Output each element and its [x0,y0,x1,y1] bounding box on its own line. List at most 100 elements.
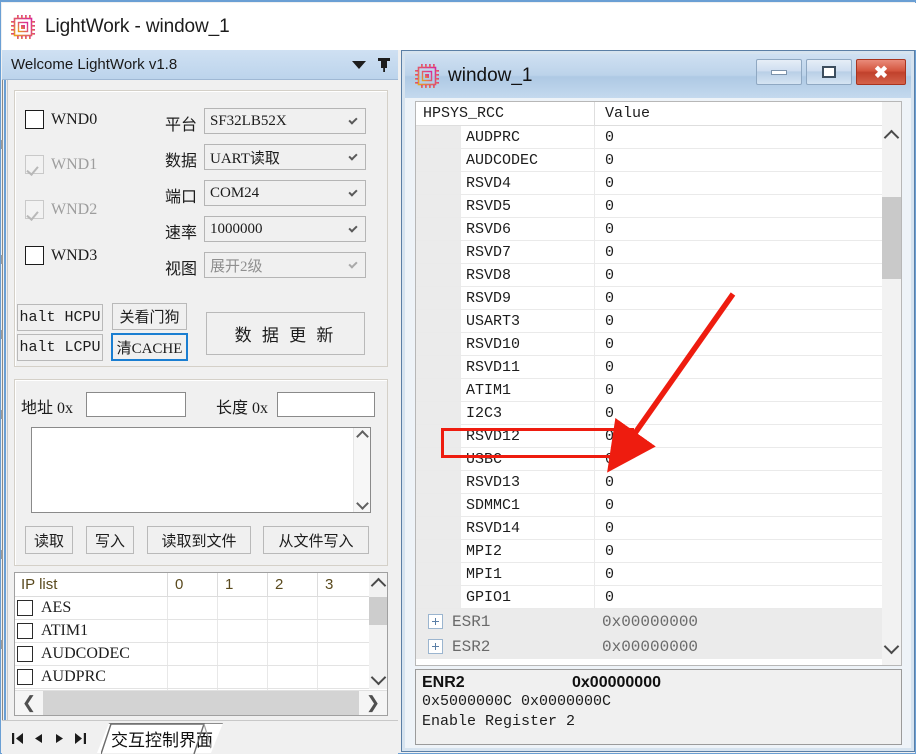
scrollbar-thumb[interactable] [882,197,901,279]
chevron-up-icon[interactable] [369,575,387,595]
register-row[interactable]: RSVD100 [416,333,882,356]
minimize-button[interactable] [756,59,802,85]
platform-combobox[interactable]: SF32LB52X [204,108,366,134]
chevron-down-icon[interactable] [882,635,901,657]
register-col-value: Value [594,102,650,125]
register-tree-scrollbar[interactable] [882,102,901,665]
chevron-up-icon[interactable] [356,430,369,443]
checkbox-row-wnd3[interactable]: WND3 [25,246,97,265]
register-value: 0 [594,563,882,585]
ip-checkbox[interactable] [17,669,33,685]
register-row[interactable]: RSVD130 [416,471,882,494]
ip-checkbox[interactable] [17,646,33,662]
register-row-usbc[interactable]: USBC0 [416,448,882,471]
register-row[interactable]: AUDCODEC0 [416,149,882,172]
chevron-up-icon[interactable] [882,126,901,148]
close-button[interactable]: ✖ [856,59,906,85]
last-page-icon[interactable] [71,727,90,749]
maximize-button[interactable] [806,59,852,85]
baudrate-combobox[interactable]: 1000000 [204,216,366,242]
port-combobox[interactable]: COM24 [204,180,366,206]
detail-register-name: ENR2 [422,674,572,692]
ip-list-vertical-scrollbar[interactable] [369,573,387,689]
write-button[interactable]: 写入 [86,526,134,554]
register-row[interactable]: SDMMC10 [416,494,882,517]
checkbox-row-wnd2[interactable]: WND2 [25,200,97,219]
halt-hcpu-button[interactable]: halt HCPU [17,304,103,331]
chip-icon [414,63,440,89]
wnd0-checkbox[interactable] [25,110,44,129]
read-button[interactable]: 读取 [25,526,73,554]
clear-cache-button[interactable]: 清CACHE [111,333,188,361]
register-row[interactable]: RSVD110 [416,356,882,379]
ip-list-item[interactable]: AUDPRC [15,666,369,689]
length-label: 长度 0x [216,394,268,418]
chevron-down-icon[interactable] [369,667,387,687]
register-row[interactable]: MPI20 [416,540,882,563]
data-mode-combobox[interactable]: UART读取 [204,144,366,170]
checkbox-row-wnd1[interactable]: WND1 [25,155,97,174]
scrollbar-thumb[interactable] [43,691,359,715]
chevron-right-icon[interactable]: ❯ [359,691,387,715]
chevron-down-icon[interactable] [344,109,362,133]
register-tree[interactable]: HPSYS_RCC Value AUDPRC0 AUDCODEC0 RSVD40… [415,101,902,666]
register-row[interactable]: RSVD140 [416,517,882,540]
register-row[interactable]: RSVD50 [416,195,882,218]
left-splitter-strip[interactable] [1,80,10,720]
ip-checkbox[interactable] [17,600,33,616]
scrollbar-thumb[interactable] [369,597,387,625]
register-row[interactable]: ATIM10 [416,379,882,402]
ip-checkbox[interactable] [17,623,33,639]
next-page-icon[interactable] [50,727,69,749]
first-page-icon[interactable] [8,727,27,749]
register-row[interactable]: RSVD70 [416,241,882,264]
ip-list-col-3: 3 [317,573,367,596]
register-row[interactable]: MPI10 [416,563,882,586]
ip-list-item[interactable]: AUDCODEC [15,643,369,666]
chevron-down-icon[interactable] [344,145,362,169]
chevron-left-icon[interactable]: ❮ [15,691,43,715]
read-to-file-button[interactable]: 读取到文件 [147,526,251,554]
register-row[interactable]: RSVD120 [416,425,882,448]
register-row[interactable]: USART30 [416,310,882,333]
register-row[interactable]: RSVD80 [416,264,882,287]
register-row[interactable]: I2C30 [416,402,882,425]
checkbox-row-wnd0[interactable]: WND0 [25,110,97,129]
plus-box-icon[interactable] [428,639,443,654]
chevron-down-icon[interactable] [344,217,362,241]
ip-list-item[interactable]: AES [15,597,369,620]
register-name: MPI2 [461,543,594,560]
disable-watchdog-button[interactable]: 关看门狗 [112,303,187,330]
wnd3-checkbox[interactable] [25,246,44,265]
memory-data-textarea[interactable] [31,427,371,513]
view-combobox[interactable]: 展开2级 [204,252,366,278]
wnd0-label: WND0 [51,111,97,129]
child-titlebar[interactable]: window_1 ✖ [405,54,911,98]
register-name: RSVD10 [461,336,594,353]
chevron-down-icon[interactable] [352,61,366,69]
address-input[interactable] [86,392,186,417]
register-row[interactable]: RSVD60 [416,218,882,241]
chevron-down-icon[interactable] [356,497,369,510]
register-group-esr2[interactable]: ESR2 0x00000000 [416,634,882,659]
ip-list-horizontal-scrollbar[interactable]: ❮ ❯ [15,690,387,715]
register-row[interactable]: GPIO10 [416,586,882,609]
ip-list-item[interactable]: ATIM1 [15,620,369,643]
data-update-button[interactable]: 数 据 更 新 [206,312,365,355]
ip-list-grid[interactable]: IP list 0 1 2 3 AES ATIM1 AUDCODEC [14,572,388,716]
tab-interactive-control-panel[interactable]: 交互控制界面 [97,723,223,753]
register-row[interactable]: RSVD90 [416,287,882,310]
write-from-file-button[interactable]: 从文件写入 [263,526,369,554]
chevron-down-icon[interactable] [344,253,362,277]
halt-lcpu-button[interactable]: halt LCPU [17,334,103,361]
memory-textarea-scrollbar[interactable] [353,428,370,512]
plus-box-icon[interactable] [428,614,443,629]
length-input[interactable] [277,392,375,417]
register-row[interactable]: AUDPRC0 [416,126,882,149]
prev-page-icon[interactable] [29,727,48,749]
register-value: 0 [594,333,882,355]
pin-icon[interactable] [377,57,391,73]
register-group-esr1[interactable]: ESR1 0x00000000 [416,609,882,634]
chevron-down-icon[interactable] [344,181,362,205]
register-row[interactable]: RSVD40 [416,172,882,195]
